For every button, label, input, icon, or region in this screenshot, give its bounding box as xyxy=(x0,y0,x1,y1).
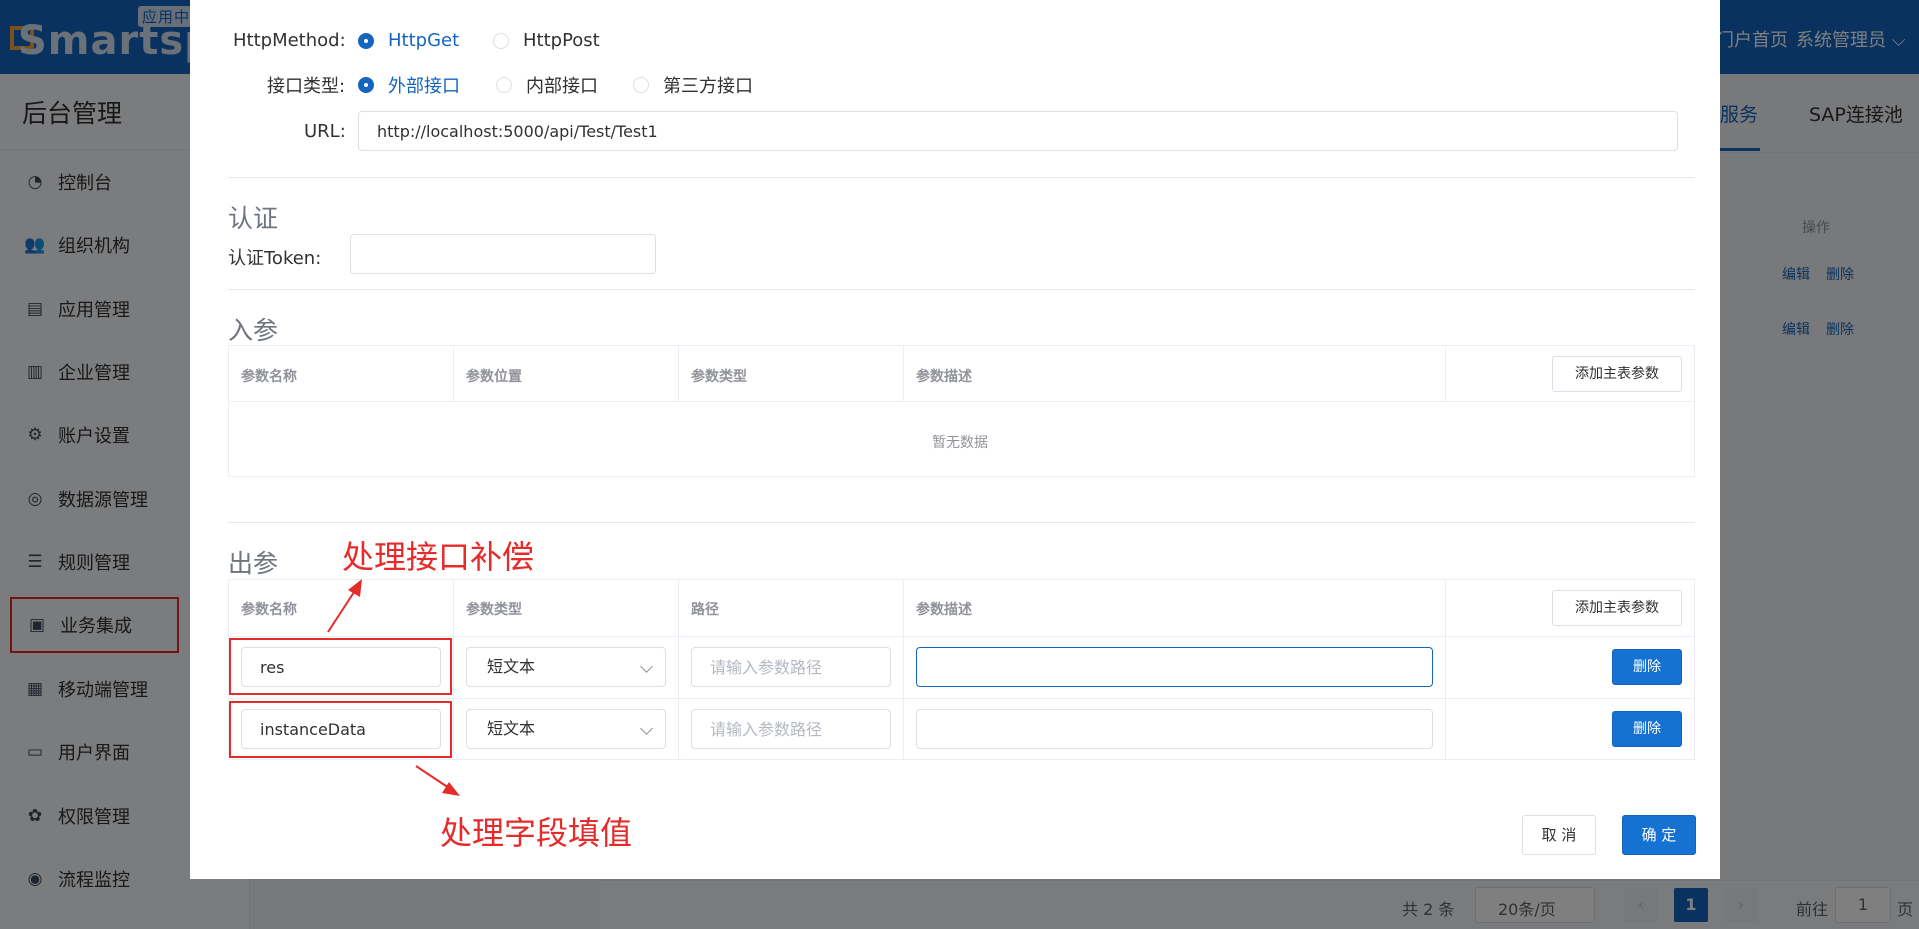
table-divider xyxy=(1445,346,1446,401)
http-method-label: HttpMethod: xyxy=(233,30,346,51)
auth-section-title: 认证 xyxy=(228,204,279,233)
param-type-select[interactable]: 短文本 xyxy=(466,709,666,749)
table-divider xyxy=(1445,580,1446,760)
chevron-down-icon xyxy=(640,660,653,673)
param-path-input[interactable] xyxy=(691,709,891,749)
divider xyxy=(228,177,1695,178)
radio-label: 内部接口 xyxy=(526,76,598,97)
annotation-text-compensation: 处理接口补偿 xyxy=(342,538,535,576)
param-path-input[interactable] xyxy=(691,647,891,687)
radio-httpget[interactable]: HttpGet xyxy=(358,30,459,51)
radio-label: 第三方接口 xyxy=(663,76,753,97)
url-input[interactable] xyxy=(358,111,1678,151)
delete-row-button[interactable]: 删除 xyxy=(1612,649,1682,685)
radio-external-api[interactable]: 外部接口 xyxy=(358,72,460,98)
output-params-title: 出参 xyxy=(228,549,279,578)
param-desc-input[interactable] xyxy=(916,709,1433,749)
select-value: 短文本 xyxy=(487,657,536,676)
radio-label: HttpGet xyxy=(388,30,460,51)
radio-unchecked-icon xyxy=(496,77,512,93)
select-value: 短文本 xyxy=(487,719,536,738)
divider xyxy=(228,522,1695,523)
chevron-down-icon xyxy=(640,722,653,735)
annotation-arrow-down xyxy=(415,765,453,791)
column-header: 路径 xyxy=(691,602,719,618)
column-header: 参数描述 xyxy=(916,602,972,618)
input-params-title: 入参 xyxy=(228,316,279,345)
column-header: 参数描述 xyxy=(916,369,972,385)
radio-label: 外部接口 xyxy=(388,76,460,97)
radio-internal-api[interactable]: 内部接口 xyxy=(496,72,598,98)
param-type-select[interactable]: 短文本 xyxy=(466,647,666,687)
auth-token-label: 认证Token: xyxy=(228,248,322,269)
add-output-param-button[interactable]: 添加主表参数 xyxy=(1552,590,1682,626)
annotation-box-res xyxy=(229,638,452,695)
url-label: URL: xyxy=(304,121,346,142)
table-divider xyxy=(453,580,454,760)
table-divider xyxy=(678,346,679,401)
empty-table-text: 暂无数据 xyxy=(932,435,988,451)
column-header: 参数名称 xyxy=(241,369,297,385)
table-divider xyxy=(903,580,904,760)
arrowhead-icon xyxy=(442,782,460,796)
delete-row-button[interactable]: 删除 xyxy=(1612,711,1682,747)
api-config-dialog: HttpMethod: HttpGet HttpPost 接口类型: 外部接口 … xyxy=(190,0,1720,879)
table-divider xyxy=(228,636,1695,637)
table-divider xyxy=(228,698,1695,699)
table-divider xyxy=(678,580,679,760)
table-divider xyxy=(903,346,904,401)
radio-unchecked-icon xyxy=(633,77,649,93)
radio-httppost[interactable]: HttpPost xyxy=(493,30,600,51)
annotation-box-instancedata xyxy=(229,701,452,758)
confirm-button[interactable]: 确 定 xyxy=(1622,815,1696,855)
add-input-param-button[interactable]: 添加主表参数 xyxy=(1552,356,1682,392)
annotation-text-field-fill: 处理字段填值 xyxy=(440,814,633,852)
column-header: 参数位置 xyxy=(466,369,522,385)
radio-unchecked-icon xyxy=(493,32,509,49)
column-header: 参数名称 xyxy=(241,602,297,618)
column-header: 参数类型 xyxy=(691,369,747,385)
radio-checked-icon xyxy=(358,32,374,49)
radio-label: HttpPost xyxy=(523,30,600,51)
api-type-label: 接口类型: xyxy=(267,76,346,97)
auth-token-input[interactable] xyxy=(350,234,656,274)
table-divider xyxy=(453,346,454,401)
column-header: 参数类型 xyxy=(466,602,522,618)
table-divider xyxy=(228,401,1695,402)
radio-checked-icon xyxy=(358,77,374,93)
cancel-button[interactable]: 取 消 xyxy=(1522,815,1596,855)
divider xyxy=(228,289,1695,290)
param-desc-input[interactable] xyxy=(916,647,1433,687)
input-params-table xyxy=(228,345,1695,477)
radio-third-party-api[interactable]: 第三方接口 xyxy=(633,72,753,98)
